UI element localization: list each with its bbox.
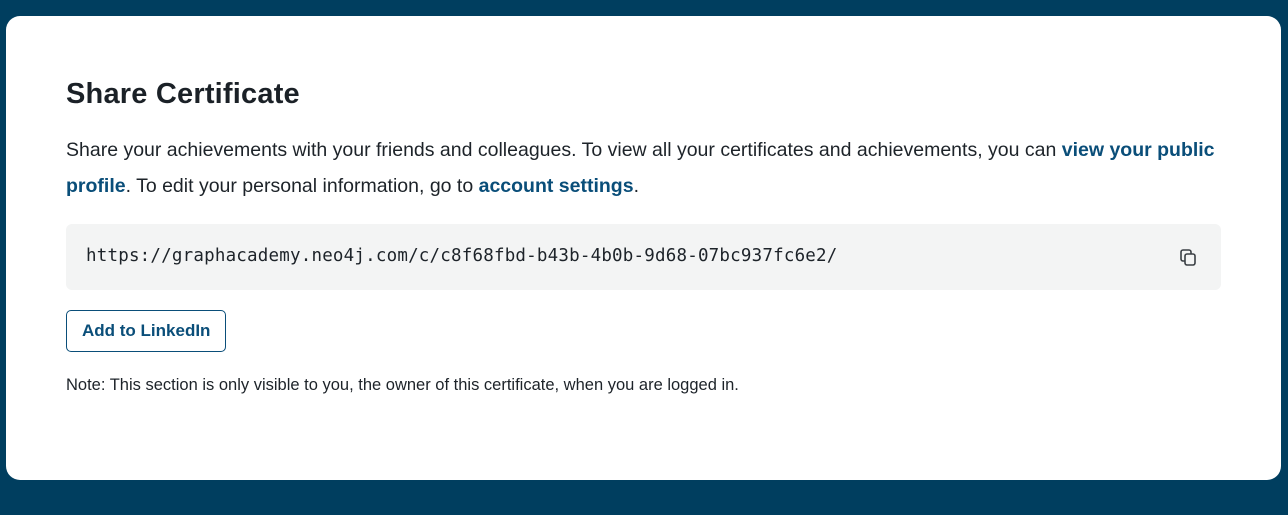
- certificate-url-box: https://graphacademy.neo4j.com/c/c8f68fb…: [66, 224, 1221, 290]
- certificate-url[interactable]: https://graphacademy.neo4j.com/c/c8f68fb…: [86, 246, 838, 266]
- add-to-linkedin-button[interactable]: Add to LinkedIn: [66, 310, 227, 352]
- description-text-2: . To edit your personal information, go …: [125, 175, 479, 197]
- copy-icon: [1180, 249, 1196, 266]
- share-description: Share your achievements with your friend…: [66, 132, 1226, 204]
- description-text-3: .: [633, 175, 639, 197]
- share-certificate-card: Share Certificate Share your achievement…: [6, 16, 1281, 480]
- page-title: Share Certificate: [66, 78, 300, 110]
- account-settings-link[interactable]: account settings: [479, 175, 634, 197]
- copy-button[interactable]: [1177, 246, 1199, 268]
- description-text-1: Share your achievements with your friend…: [66, 139, 1062, 161]
- visibility-note: Note: This section is only visible to yo…: [66, 376, 739, 394]
